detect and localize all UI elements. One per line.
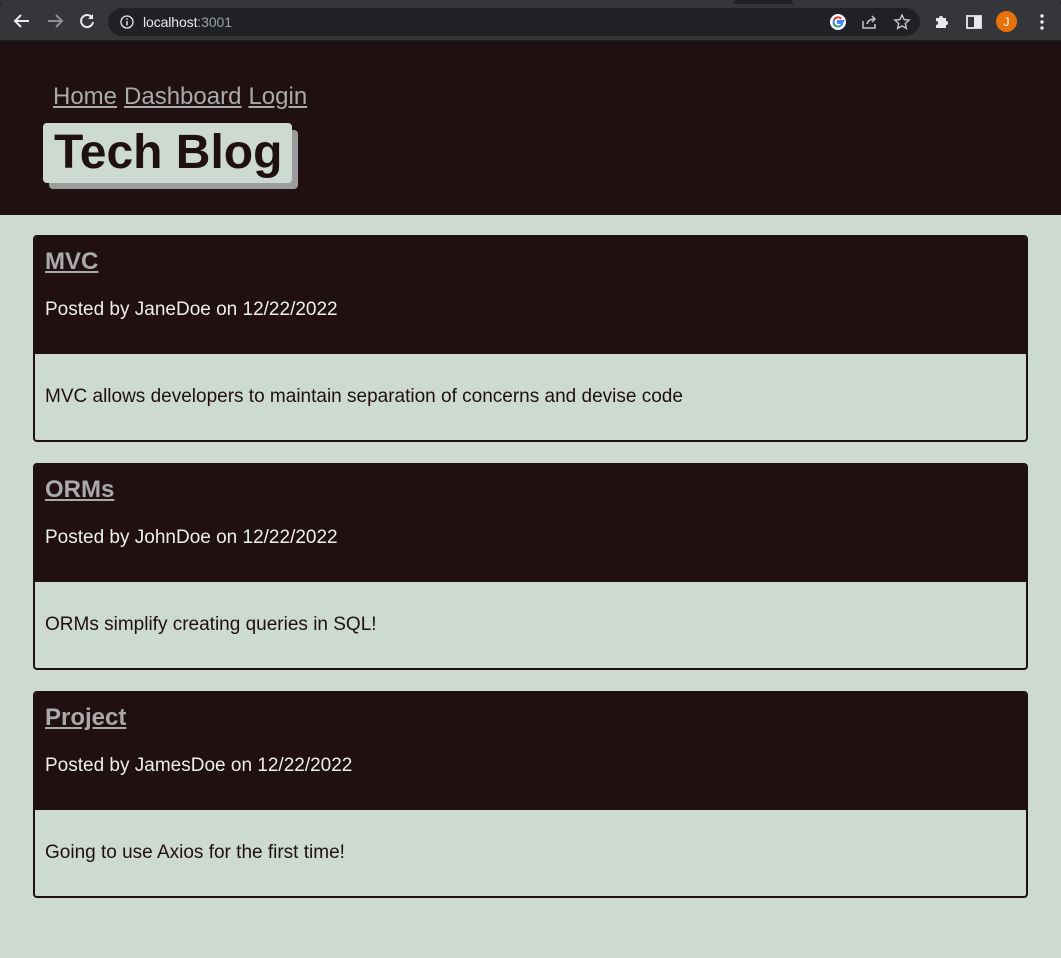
site-header: Home Dashboard Login Tech Blog <box>0 41 1061 215</box>
post-meta: Posted by JohnDoe on 12/22/2022 <box>45 527 338 548</box>
side-panel-icon[interactable] <box>964 12 984 32</box>
page: Home Dashboard Login Tech Blog MVC Posted … <box>0 41 1061 958</box>
share-icon[interactable] <box>860 13 878 31</box>
browser-toolbar: localhost:3001 J <box>0 0 1061 41</box>
menu-icon[interactable] <box>1032 12 1052 32</box>
post-card: MVC Posted by JaneDoe on 12/22/2022 MVC … <box>33 235 1028 442</box>
post-title-link[interactable]: MVC <box>45 248 98 276</box>
post-header: Project Posted by JamesDoe on 12/22/2022 <box>35 693 1026 810</box>
reload-icon[interactable] <box>76 10 98 32</box>
site-title-box: Tech Blog <box>43 123 292 183</box>
nav-login-link[interactable]: Login <box>248 83 307 110</box>
star-icon[interactable] <box>893 13 911 31</box>
info-icon[interactable] <box>120 15 134 29</box>
post-meta: Posted by JamesDoe on 12/22/2022 <box>45 755 353 776</box>
post-title-link[interactable]: ORMs <box>45 476 114 504</box>
post-header: ORMs Posted by JohnDoe on 12/22/2022 <box>35 465 1026 582</box>
post-body: ORMs simplify creating queries in SQL! <box>45 614 377 635</box>
google-icon[interactable] <box>829 13 847 31</box>
post-title-link[interactable]: Project <box>45 704 126 732</box>
forward-icon[interactable] <box>44 10 66 32</box>
tab-strip <box>0 0 1061 4</box>
post-body: MVC allows developers to maintain separa… <box>45 386 683 407</box>
avatar[interactable]: J <box>996 11 1017 32</box>
nav-dashboard-link[interactable]: Dashboard <box>124 83 241 110</box>
post-meta: Posted by JaneDoe on 12/22/2022 <box>45 299 338 320</box>
extensions-icon[interactable] <box>932 12 952 32</box>
post-header: MVC Posted by JaneDoe on 12/22/2022 <box>35 237 1026 354</box>
back-icon[interactable] <box>11 10 33 32</box>
post-card: Project Posted by JamesDoe on 12/22/2022… <box>33 691 1028 898</box>
address-bar[interactable]: localhost:3001 <box>108 8 920 36</box>
post-card: ORMs Posted by JohnDoe on 12/22/2022 ORM… <box>33 463 1028 670</box>
active-tab-edge[interactable] <box>0 0 735 4</box>
site-nav: Home Dashboard Login <box>53 83 314 111</box>
tab-edge[interactable] <box>792 0 1061 4</box>
avatar-letter: J <box>1003 14 1010 29</box>
url-text[interactable]: localhost:3001 <box>143 14 232 30</box>
post-body: Going to use Axios for the first time! <box>45 842 345 863</box>
site-title: Tech Blog <box>54 126 283 179</box>
nav-home-link[interactable]: Home <box>53 83 117 110</box>
